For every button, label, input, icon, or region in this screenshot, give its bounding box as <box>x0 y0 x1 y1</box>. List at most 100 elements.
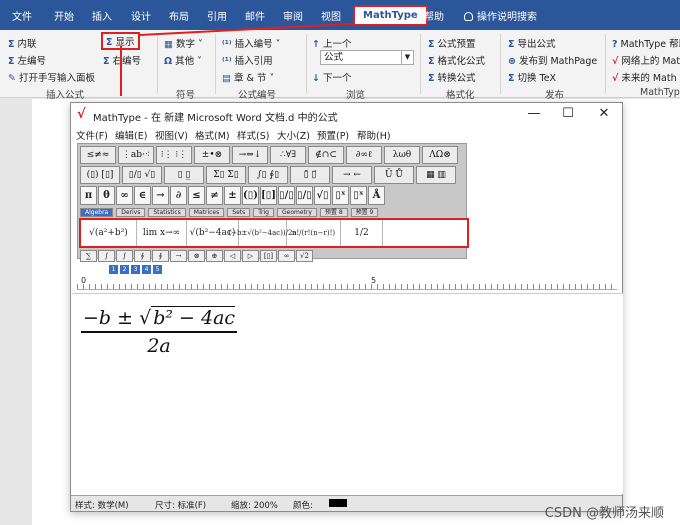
other-symbols-dropdown[interactable]: Ω 其他 ˅ <box>164 53 202 67</box>
embellishments-palette[interactable]: ⁝⋮ ⁝⋮ <box>156 146 192 164</box>
sum-button[interactable]: ∑ <box>80 250 97 262</box>
template-hypotenuse[interactable]: √(a²+b²) <box>81 220 137 246</box>
circle-times-button[interactable]: ⊗ <box>188 250 205 262</box>
template-combination[interactable]: n!/(r!(n−r)!) <box>287 220 341 246</box>
menu-help[interactable]: 帮助(H) <box>357 128 391 142</box>
tab-home[interactable]: 开始 <box>54 8 74 23</box>
tab-view[interactable]: 视图 <box>321 8 341 23</box>
convert-equations-button[interactable]: Σ 转换公式 <box>428 70 476 84</box>
tab-insert[interactable]: 插入 <box>92 8 112 23</box>
sqrt-two-button[interactable]: √2 <box>296 250 313 262</box>
quadratic-formula[interactable]: −b ± √ b² − 4ac 2a <box>81 306 238 357</box>
ruler[interactable]: 0 5 <box>77 276 617 290</box>
chapter-section-button[interactable]: ▤ 章 & 节 ˅ <box>222 70 274 84</box>
greek-lower-palette[interactable]: λωθ <box>384 146 420 164</box>
size-button-5[interactable]: 5 <box>153 265 162 274</box>
partial-button[interactable]: ∂ <box>170 186 187 205</box>
menu-file[interactable]: 文件(F) <box>76 128 108 142</box>
angstrom-button[interactable]: Å <box>368 186 385 205</box>
size-button-4[interactable]: 4 <box>142 265 151 274</box>
status-zoom[interactable]: 缩放: 200% <box>231 499 278 511</box>
fence-templates[interactable]: (▯) [▯] <box>80 166 120 184</box>
leq-button[interactable]: ≤ <box>188 186 205 205</box>
menu-format[interactable]: 格式(M) <box>195 128 230 142</box>
template-one-half[interactable]: 1/2 <box>341 220 383 246</box>
status-size[interactable]: 尺寸: 标准(F) <box>155 499 206 511</box>
template-quadratic-formula[interactable]: (−b±√(b²−4ac))/2a <box>228 220 297 246</box>
left-triangle-button[interactable]: ◁ <box>224 250 241 262</box>
equation-edit-area[interactable]: −b ± √ b² − 4ac 2a <box>72 293 623 494</box>
tab-help[interactable]: 帮助 <box>424 8 444 23</box>
close-icon[interactable]: ✕ <box>589 105 619 123</box>
tab-mathtype[interactable]: MathType <box>353 5 428 26</box>
small-fraction-button[interactable]: ▯/▯ <box>296 186 313 205</box>
right-arrow-button[interactable]: → <box>170 250 187 262</box>
size-button-3[interactable]: 3 <box>131 265 140 274</box>
left-number-button[interactable]: Σ 左编号 <box>8 53 46 67</box>
insert-number-button[interactable]: ⁽¹⁾ 插入编号 ˅ <box>222 36 280 50</box>
arrow-button[interactable]: → <box>152 186 169 205</box>
fraction-button[interactable]: ▯/▯ <box>278 186 295 205</box>
contour-integral-button[interactable]: ∮ <box>134 250 151 262</box>
menu-view[interactable]: 视图(V) <box>155 128 188 142</box>
status-style[interactable]: 样式: 数学(M) <box>75 499 129 511</box>
numbers-dropdown[interactable]: ▦ 数字 ˅ <box>164 36 203 50</box>
future-math-button[interactable]: √ 未来的 Math <box>612 70 677 84</box>
product-templates[interactable]: Ū Ů <box>374 166 414 184</box>
logic-palette[interactable]: ∴∀∃ <box>270 146 306 164</box>
tab-design[interactable]: 设计 <box>131 8 151 23</box>
radical-button[interactable]: √▯ <box>314 186 331 205</box>
greek-upper-palette[interactable]: ΛΩ⊗ <box>422 146 458 164</box>
menu-edit[interactable]: 编辑(E) <box>115 128 147 142</box>
export-equations-button[interactable]: Σ 导出公式 <box>508 36 556 50</box>
equation-preferences-button[interactable]: Σ 公式预置 <box>428 36 476 50</box>
size-button-2[interactable]: 2 <box>120 265 129 274</box>
right-triangle-button[interactable]: ▷ <box>242 250 259 262</box>
arrows-palette[interactable]: →⇔↓ <box>232 146 268 164</box>
mathtype-help-button[interactable]: ?MathType 帮助 <box>612 36 680 50</box>
tab-references[interactable]: 引用 <box>207 8 227 23</box>
subscript-button[interactable]: ▯ˣ <box>350 186 367 205</box>
element-of-button[interactable]: ∈ <box>134 186 151 205</box>
spaces-palette[interactable]: ⋮ab·⁖ <box>118 146 154 164</box>
tab-layout[interactable]: 布局 <box>169 8 189 23</box>
tab-preset-8[interactable]: 预置 8 <box>319 208 348 217</box>
menu-style[interactable]: 样式(S) <box>237 128 269 142</box>
menu-preferences[interactable]: 预置(P) <box>317 128 349 142</box>
labeled-arrow-templates[interactable]: → ← <box>332 166 372 184</box>
toggle-tex-button[interactable]: Σ 切换 TeX <box>508 70 556 84</box>
misc-symbols-palette[interactable]: ∂∞ℓ <box>346 146 382 164</box>
browse-type-select[interactable]: 公式 ▼ <box>320 50 414 65</box>
menu-size[interactable]: 大小(Z) <box>277 128 310 142</box>
integral-limits-button[interactable]: ∫ <box>116 250 133 262</box>
superscript-button[interactable]: ▯ˣ <box>332 186 349 205</box>
handwriting-panel-button[interactable]: ✎ 打开手写输入面板 <box>8 70 95 84</box>
infinity-small-button[interactable]: ∞ <box>278 250 295 262</box>
fraction-radical-templates[interactable]: ▯/▯ √▯ <box>122 166 162 184</box>
infinity-button[interactable]: ∞ <box>116 186 133 205</box>
tell-me-search[interactable]: 操作说明搜索 <box>464 8 537 23</box>
minimize-icon[interactable]: — <box>519 105 549 123</box>
set-theory-palette[interactable]: ∉∩⊂ <box>308 146 344 164</box>
maximize-icon[interactable]: ☐ <box>553 105 583 123</box>
paren-button[interactable]: (▯) <box>242 186 259 205</box>
relations-palette[interactable]: ≤≠≈ <box>80 146 116 164</box>
tab-geometry[interactable]: Geometry <box>276 208 317 217</box>
right-number-button[interactable]: Σ 右编号 <box>103 53 141 67</box>
contour-integral-limits-button[interactable]: ∮ <box>152 250 169 262</box>
matrix-templates[interactable]: ▦ ▥ <box>416 166 456 184</box>
tab-statistics[interactable]: Statistics <box>148 208 186 217</box>
integral-button[interactable]: ∫ <box>98 250 115 262</box>
pi-button[interactable]: π <box>80 186 97 205</box>
format-equations-button[interactable]: Σ 格式化公式 <box>428 53 485 67</box>
summation-templates[interactable]: Σ▯ Σ▯ <box>206 166 246 184</box>
tab-matrices[interactable]: Matrices <box>188 208 225 217</box>
script-templates[interactable]: ▯ ▯̲ <box>164 166 204 184</box>
interval-button[interactable]: [▯] <box>260 250 277 262</box>
bracket-button[interactable]: [▯] <box>260 186 277 205</box>
tab-mailings[interactable]: 邮件 <box>245 8 265 23</box>
color-swatch[interactable] <box>329 499 347 507</box>
previous-button[interactable]: ↑ 上一个 <box>312 36 351 50</box>
theta-button[interactable]: θ <box>98 186 115 205</box>
publish-mathpage-button[interactable]: ⊕ 发布到 MathPage <box>508 53 597 67</box>
